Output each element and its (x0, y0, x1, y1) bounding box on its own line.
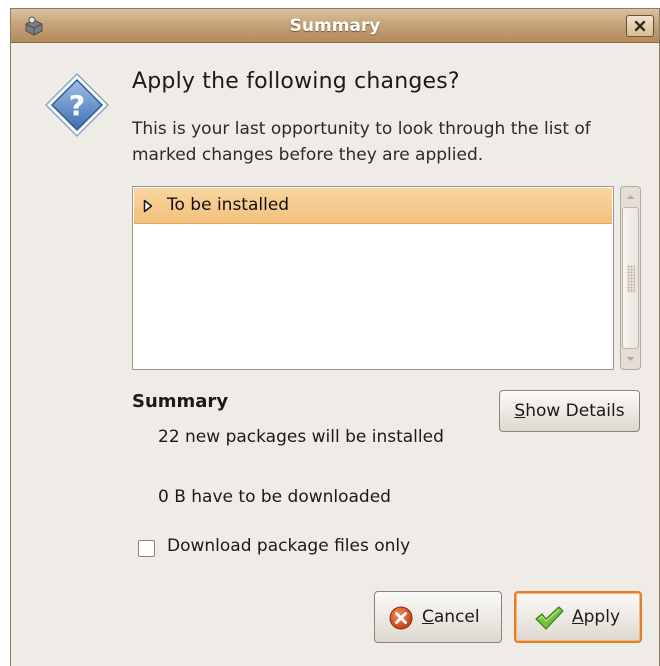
tree-row-to-be-installed[interactable]: To be installed (134, 188, 612, 224)
cancel-button[interactable]: Cancel (374, 591, 502, 643)
summary-heading: Summary (132, 391, 229, 412)
question-diamond-icon: ? (44, 72, 110, 138)
download-size-text: 0 B have to be downloaded (158, 487, 391, 507)
changes-tree-view[interactable]: To be installed (132, 186, 614, 370)
download-only-checkbox[interactable] (138, 540, 155, 557)
close-icon (634, 20, 646, 32)
scroll-down-arrow-icon[interactable] (622, 350, 639, 368)
show-details-button[interactable]: Show Details (499, 390, 640, 432)
scroll-up-arrow-icon[interactable] (622, 188, 639, 206)
vertical-scrollbar[interactable] (620, 186, 641, 370)
cancel-label: Cancel (422, 607, 480, 627)
dialog-description: This is your last opportunity to look th… (132, 119, 591, 165)
download-only-label[interactable]: Download package files only (167, 536, 410, 556)
cancel-icon (389, 606, 413, 630)
scrollbar-thumb[interactable] (622, 207, 639, 349)
packages-installed-text: 22 new packages will be installed (158, 427, 444, 447)
checkmark-icon (535, 606, 564, 630)
summary-dialog-window: Summary ? Apply the following changes? T… (10, 8, 660, 666)
close-button[interactable] (626, 15, 654, 37)
window-title: Summary (289, 16, 381, 36)
scrollbar-grip (627, 265, 635, 293)
show-details-label: Show Details (514, 401, 625, 421)
svg-text:?: ? (69, 89, 85, 122)
apply-label: Apply (572, 607, 621, 627)
title-bar[interactable]: Summary (11, 9, 659, 43)
apply-button[interactable]: Apply (514, 591, 642, 643)
tree-row-label: To be installed (167, 195, 290, 215)
expander-arrow-icon[interactable] (143, 199, 153, 213)
dialog-heading: Apply the following changes? (132, 69, 460, 94)
